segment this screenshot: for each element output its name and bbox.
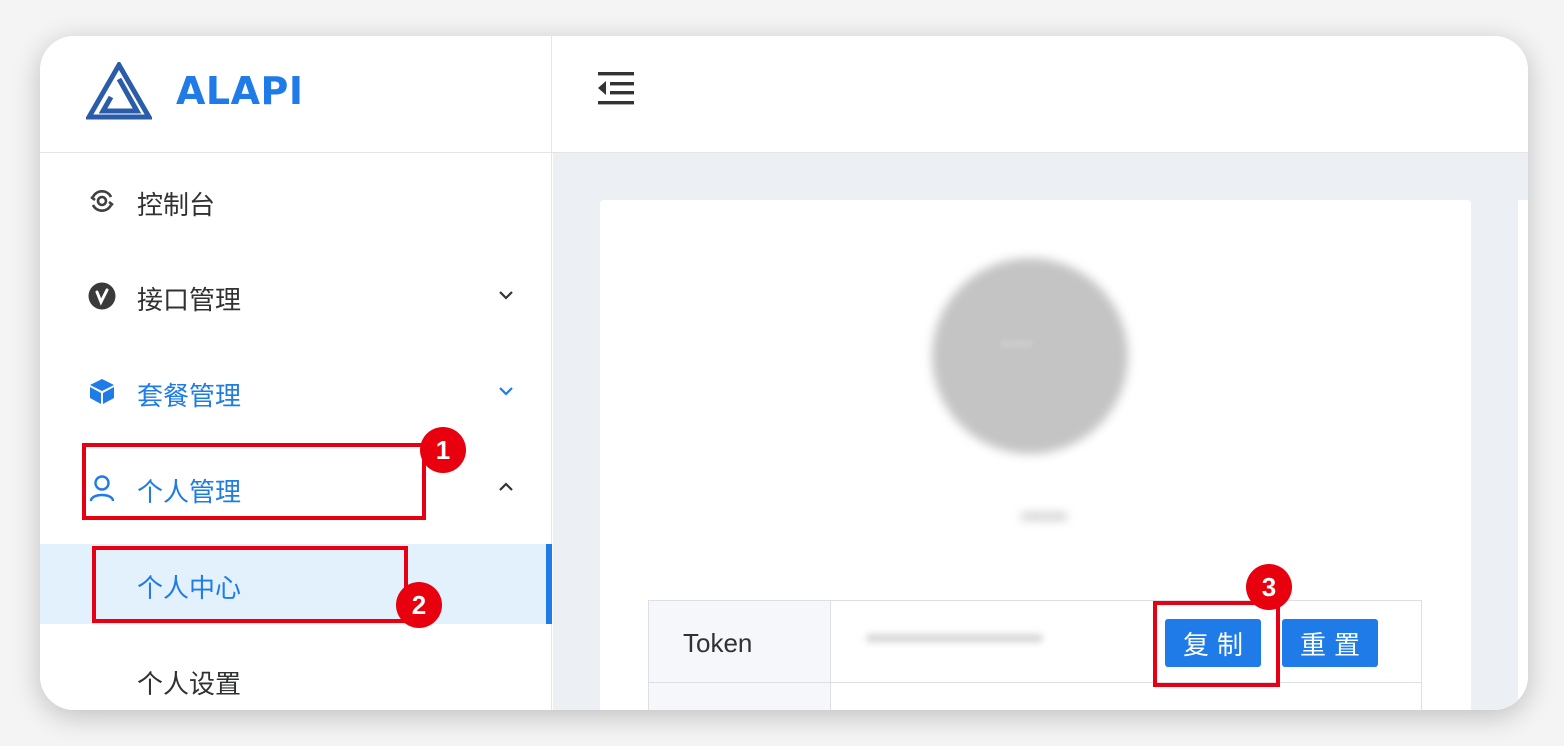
main-content: avatar •••••• Token ••••••••••••••••••••… (553, 153, 1528, 710)
sidebar-item-api[interactable]: 接口管理 (40, 249, 552, 345)
step-badge-1: 1 (420, 427, 466, 473)
reset-button[interactable]: 重置 (1282, 619, 1378, 667)
token-label-cell: Token (649, 601, 831, 683)
token-table: Token •••••••••••••••••••••• 复制 重置 (648, 600, 1422, 710)
sidebar-item-dashboard[interactable]: 控制台 (40, 153, 552, 249)
avatar-area: avatar •••••• (910, 248, 1128, 542)
avatar-text: avatar (1000, 336, 1034, 350)
table-row-label-cell (649, 683, 831, 710)
sidebar-subitem-label: 个人设置 (137, 670, 242, 700)
token-value-cell: •••••••••••••••••••••• 复制 重置 (831, 601, 1421, 683)
sidebar-subitem-profile-settings[interactable]: 个人设置 (40, 640, 552, 710)
avatar (932, 258, 1128, 454)
chevron-down-icon (499, 291, 513, 300)
sidebar: ALAPI 控制台 接口管理 套餐管理 个人管理 个人中心 个人设置 (40, 36, 552, 710)
token-label: Token (683, 628, 753, 658)
logo-text: ALAPI (176, 69, 304, 113)
sidebar-item-label: 套餐管理 (137, 382, 242, 412)
copy-button[interactable]: 复制 (1165, 619, 1261, 667)
step-badge-2: 2 (396, 582, 442, 628)
logo-area: ALAPI (40, 36, 552, 153)
sidebar-item-package[interactable]: 套餐管理 (40, 345, 552, 441)
sidebar-subitem-label: 个人中心 (137, 574, 242, 604)
sidebar-item-personal[interactable]: 个人管理 (40, 441, 552, 537)
token-value: •••••••••••••••••••••• (867, 628, 1044, 650)
menu-fold-icon[interactable] (596, 70, 636, 106)
package-icon (90, 379, 114, 404)
profile-card: avatar •••••• Token ••••••••••••••••••••… (600, 200, 1471, 710)
secondary-card-edge (1518, 200, 1528, 710)
chevron-up-icon (499, 482, 513, 491)
username: •••••• (1020, 504, 1068, 529)
sidebar-item-label: 控制台 (137, 191, 216, 221)
step-badge-3: 3 (1246, 564, 1292, 610)
sidebar-subitem-profile-center[interactable]: 个人中心 (40, 544, 552, 624)
user-icon (89, 475, 115, 502)
top-bar (552, 36, 1528, 153)
dashboard-icon (90, 190, 114, 212)
chevron-down-icon (499, 387, 513, 396)
alapi-logo-icon (86, 62, 152, 120)
sidebar-item-label: 个人管理 (137, 478, 242, 508)
app-window: ALAPI 控制台 接口管理 套餐管理 个人管理 个人中心 个人设置 avata… (40, 36, 1528, 710)
sidebar-item-label: 接口管理 (137, 286, 242, 316)
api-icon (88, 282, 116, 310)
